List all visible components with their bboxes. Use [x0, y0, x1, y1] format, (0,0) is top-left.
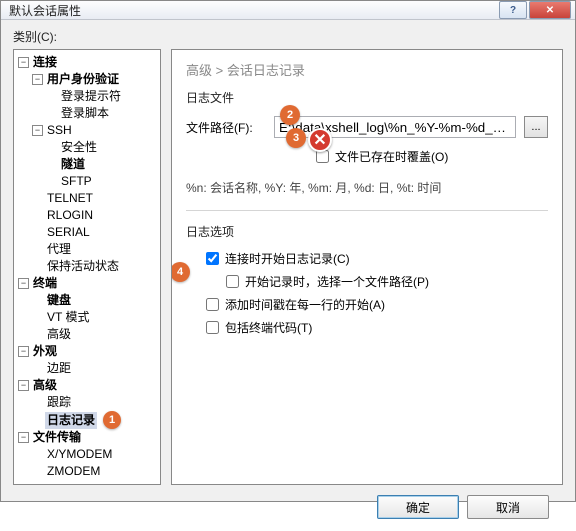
section-logfile: 日志文件 — [186, 89, 548, 106]
tree-item-margin[interactable]: 边距 — [32, 360, 158, 377]
tree-item-advanced[interactable]: −高级 — [18, 377, 158, 394]
overwrite-label: 文件已存在时覆盖(O) — [335, 148, 448, 165]
annotation-badge-1: 1 — [103, 411, 121, 429]
tree-item-file-transfer[interactable]: −文件传输 — [18, 429, 158, 446]
tree-item-keyboard[interactable]: 键盘 — [32, 292, 158, 309]
titlebar[interactable]: 默认会话属性 ? ✕ — [1, 1, 575, 20]
category-label: 类别(C): — [13, 28, 563, 45]
tree-item-vtmode[interactable]: VT 模式 — [32, 309, 158, 326]
format-hint: %n: 会话名称, %Y: 年, %m: 月, %d: 日, %t: 时间 — [186, 179, 548, 196]
dialog-buttons: 确定 取消 — [13, 485, 563, 531]
filepath-label: 文件路径(F): — [186, 119, 266, 136]
cancel-button[interactable]: 取消 — [467, 495, 549, 519]
tree-item-appearance[interactable]: −外观 — [18, 343, 158, 360]
annotation-badge-3: 3 — [286, 128, 306, 148]
browse-button[interactable]: ... — [524, 116, 548, 138]
section-logopt: 日志选项 — [186, 223, 548, 240]
error-icon: ✕ — [308, 128, 332, 152]
tree-item-tunnel[interactable]: 隧道 — [46, 156, 158, 173]
tree-item-keepalive[interactable]: 保持活动状态 — [32, 258, 158, 275]
opt-timestamp-checkbox[interactable] — [206, 298, 219, 311]
content-area: 类别(C): −连接 −用户身份验证 登录提示符 登录脚本 — [1, 20, 575, 531]
opt-termcode-checkbox[interactable] — [206, 321, 219, 334]
close-button[interactable]: ✕ — [529, 1, 571, 19]
tree-item-security[interactable]: 安全性 — [46, 139, 158, 156]
tree-item-login-script[interactable]: 登录脚本 — [46, 105, 158, 122]
opt-timestamp-label: 添加时间戳在每一行的开始(A) — [225, 296, 385, 313]
window-title: 默认会话属性 — [9, 2, 497, 19]
tree-item-ssh[interactable]: −SSH — [32, 122, 158, 139]
annotation-badge-2: 2 — [280, 105, 300, 125]
tree-item-sftp[interactable]: SFTP — [46, 173, 158, 190]
opt-start-label: 连接时开始日志记录(C) — [225, 250, 350, 267]
tree-item-telnet[interactable]: TELNET — [32, 190, 158, 207]
tree-item-trace[interactable]: 跟踪 — [32, 394, 158, 411]
breadcrumb: 高级 > 会话日志记录 — [186, 60, 548, 79]
tree-item-xymodem[interactable]: X/YMODEM — [32, 446, 158, 463]
tree-item-rlogin[interactable]: RLOGIN — [32, 207, 158, 224]
help-button[interactable]: ? — [499, 1, 527, 19]
divider — [186, 210, 548, 211]
tree-item-login-prompt[interactable]: 登录提示符 — [46, 88, 158, 105]
tree-item-connection[interactable]: −连接 — [18, 54, 158, 71]
dialog-window: 默认会话属性 ? ✕ 类别(C): −连接 −用户身份验证 登录提示符 登录脚本 — [0, 0, 576, 502]
opt-start-checkbox[interactable] — [206, 252, 219, 265]
tree-item-term-adv[interactable]: 高级 — [32, 326, 158, 343]
tree-item-serial[interactable]: SERIAL — [32, 224, 158, 241]
opt-termcode-label: 包括终端代码(T) — [225, 319, 312, 336]
tree-item-terminal[interactable]: −终端 — [18, 275, 158, 292]
tree-item-logging[interactable]: 日志记录1 — [32, 411, 158, 429]
opt-askpath-checkbox[interactable] — [226, 275, 239, 288]
settings-panel: 高级 > 会话日志记录 日志文件 文件路径(F): ... 文件已存在时覆盖(O… — [171, 49, 563, 485]
category-tree[interactable]: −连接 −用户身份验证 登录提示符 登录脚本 −SSH — [13, 49, 161, 485]
ok-button[interactable]: 确定 — [377, 495, 459, 519]
tree-item-auth[interactable]: −用户身份验证 — [32, 71, 158, 88]
annotation-badge-4: 4 — [171, 262, 190, 282]
panes: −连接 −用户身份验证 登录提示符 登录脚本 −SSH — [13, 49, 563, 485]
opt-askpath-label: 开始记录时，选择一个文件路径(P) — [245, 273, 429, 290]
tree-item-proxy[interactable]: 代理 — [32, 241, 158, 258]
tree-item-zmodem[interactable]: ZMODEM — [32, 463, 158, 480]
